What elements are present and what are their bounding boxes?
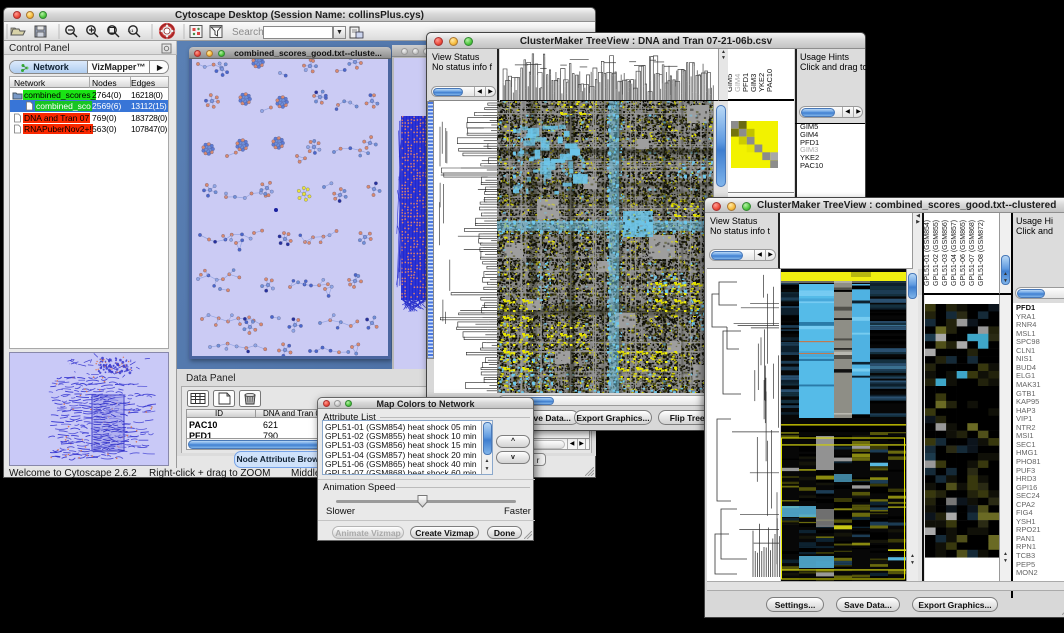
svg-text:GPL51-07 (GSM868): GPL51-07 (GSM868) xyxy=(969,220,976,286)
svg-text:GPL51-03 (GSM856): GPL51-03 (GSM856) xyxy=(942,220,949,286)
svg-text:PAC10: PAC10 xyxy=(765,69,774,92)
svg-text:1:1: 1:1 xyxy=(128,28,135,33)
svg-text:GPL51-06 (GSM865): GPL51-06 (GSM865) xyxy=(960,220,967,286)
svg-text:GPL51-01 (GSM854): GPL51-01 (GSM854) xyxy=(924,220,931,286)
svg-text:GPL51-04 (GSM857): GPL51-04 (GSM857) xyxy=(951,220,958,286)
svg-text:GPL51-02 (GSM855): GPL51-02 (GSM855) xyxy=(933,220,940,286)
svg-text:GPL51-08 (GSM872): GPL51-08 (GSM872) xyxy=(978,220,985,286)
